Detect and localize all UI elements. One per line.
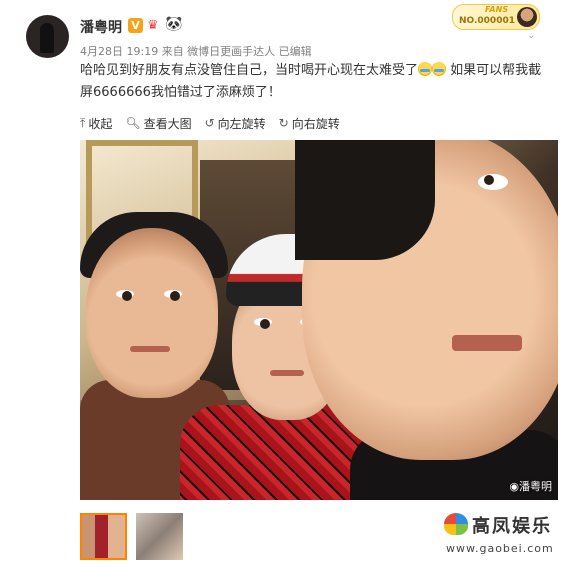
mouth — [452, 335, 522, 351]
username[interactable]: 潘粤明 — [80, 17, 122, 37]
fans-number: NO.000001 — [459, 16, 515, 26]
post-photo[interactable]: ◉潘粤明 — [80, 140, 558, 500]
mouth — [130, 346, 170, 352]
crying-emoji-icon — [418, 62, 433, 76]
mouth — [270, 370, 304, 376]
rotate-left-icon: ↺ — [204, 116, 215, 130]
fans-title: FANS — [485, 5, 509, 14]
collapse-button[interactable]: ⤒ 收起 — [80, 114, 112, 132]
site-logo-mark-icon — [444, 513, 468, 535]
eye — [254, 318, 272, 329]
fans-badge[interactable]: FANS NO.000001 — [452, 4, 540, 30]
fans-avatar — [517, 7, 537, 27]
watermark-text: 潘粤明 — [519, 480, 552, 493]
site-logo-url: www.gaobei.com — [446, 542, 554, 555]
verified-badge[interactable]: V — [128, 18, 143, 33]
chevron-down-icon[interactable]: ⌄ — [527, 30, 535, 41]
post-text-main: 哈哈见到好朋友有点没管住自己，当时喝开心现在太难受了 — [80, 63, 419, 78]
post-text: 哈哈见到好朋友有点没管住自己，当时喝开心现在太难受了 如果可以帮我截屏66666… — [80, 60, 550, 104]
eye — [116, 290, 134, 301]
collapse-up-icon: ⤒ — [80, 115, 86, 130]
image-toolbar: ⤒ 收起 🔍︎ 查看大图 ↺ 向左旋转 ↻ 向右旋转 — [80, 114, 353, 132]
post-meta: 4月28日 19:19 来自 微博日更画手达人 已编辑 — [80, 45, 312, 58]
site-logo-name: 高凤娱乐 — [472, 516, 552, 537]
person-left-face — [86, 228, 218, 398]
view-large-label: 查看大图 — [143, 116, 192, 131]
collapse-label: 收起 — [88, 116, 113, 131]
site-logo: 高凤娱乐 www.gaobei.com — [444, 511, 554, 557]
thumbnail-2[interactable] — [136, 513, 183, 560]
rotate-right-label: 向右旋转 — [291, 116, 340, 131]
panda-icon[interactable]: 🐼 — [165, 17, 182, 32]
eye — [478, 174, 508, 190]
crown-icon[interactable]: ♛ — [147, 18, 159, 33]
person-right-hair — [295, 140, 435, 260]
weibo-icon: ◉ — [509, 480, 519, 493]
eye — [164, 290, 182, 301]
weibo-post-card: 潘粤明 V ♛ 🐼 4月28日 19:19 来自 微博日更画手达人 已编辑 FA… — [0, 0, 570, 571]
rotate-right-icon: ↻ — [278, 116, 289, 130]
view-large-button[interactable]: 🔍︎ 查看大图 — [125, 114, 191, 132]
magnifier-icon: 🔍︎ — [125, 116, 141, 130]
rotate-left-label: 向左旋转 — [217, 116, 266, 131]
crying-emoji-icon — [432, 62, 447, 76]
thumbnail-1-selected[interactable] — [80, 513, 127, 560]
photo-watermark: ◉潘粤明 — [509, 478, 552, 494]
user-avatar[interactable] — [26, 15, 69, 58]
rotate-right-button[interactable]: ↻ 向右旋转 — [279, 114, 340, 132]
rotate-left-button[interactable]: ↺ 向左旋转 — [205, 114, 266, 132]
